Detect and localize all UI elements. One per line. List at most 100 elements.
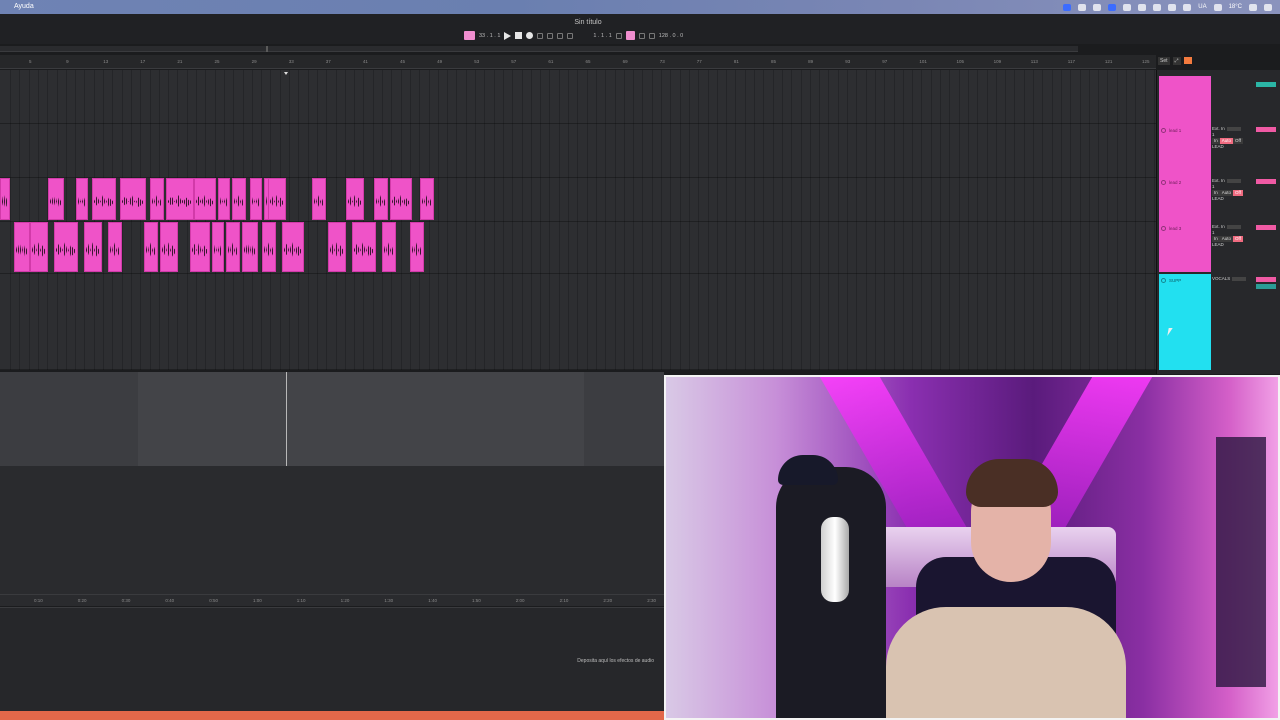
output-target[interactable]: LEAD: [1212, 196, 1224, 201]
audio-clip[interactable]: [390, 178, 412, 220]
output-target[interactable]: LEAD: [1212, 242, 1224, 247]
audio-clip[interactable]: [352, 222, 376, 272]
input-channel[interactable]: 1: [1212, 132, 1215, 137]
beat-ruler[interactable]: 5 9 13 17 21 25 29 33 37 41 45 49 53 57 61 65 69 73 77 81 85…: [0, 55, 1156, 69]
stop-button[interactable]: [515, 32, 523, 39]
audio-clip[interactable]: [374, 178, 388, 220]
audio-clip[interactable]: [120, 178, 146, 220]
keyboard-language[interactable]: UA: [1198, 4, 1206, 10]
audio-clip[interactable]: [410, 222, 424, 272]
audio-clip[interactable]: [190, 222, 210, 272]
record-button[interactable]: [526, 32, 534, 39]
input-type[interactable]: Ext. In: [1212, 224, 1225, 229]
audio-clip[interactable]: [420, 178, 434, 220]
input-channel[interactable]: 1: [1212, 184, 1215, 189]
audio-clip[interactable]: [346, 178, 364, 220]
audio-clip[interactable]: [268, 178, 286, 220]
track-header-lead1[interactable]: lead 1: [1159, 124, 1211, 176]
expand-icon[interactable]: ⤢: [1172, 57, 1181, 65]
battery-icon[interactable]: [1168, 3, 1177, 11]
play-button[interactable]: [504, 31, 512, 40]
track-number[interactable]: [1256, 277, 1276, 282]
audio-clip[interactable]: [194, 178, 216, 220]
audio-clip[interactable]: [54, 222, 78, 272]
loop-start[interactable]: 1 . 1 . 1: [593, 33, 611, 39]
input-type[interactable]: Ext. In: [1212, 126, 1225, 131]
audio-clip[interactable]: [232, 178, 246, 220]
fold-icon[interactable]: [1161, 278, 1166, 283]
arrangement-overview[interactable]: [0, 46, 1078, 52]
empty-track-area[interactable]: [0, 466, 664, 594]
track-name[interactable]: SUPP: [1169, 278, 1181, 283]
audio-clip[interactable]: [150, 178, 164, 220]
input-dropdown[interactable]: [1226, 178, 1241, 183]
calendar-icon[interactable]: [1078, 3, 1087, 11]
loop-icon[interactable]: [567, 32, 574, 39]
punch-out-icon[interactable]: [648, 32, 655, 39]
audio-clip[interactable]: [0, 178, 10, 220]
audio-clip[interactable]: [212, 222, 224, 272]
sync-icon[interactable]: [1123, 3, 1132, 11]
audio-clip[interactable]: [250, 178, 262, 220]
track-number[interactable]: [1256, 127, 1276, 132]
audio-clip[interactable]: [218, 178, 230, 220]
automation-lane[interactable]: [0, 372, 664, 466]
fold-icon[interactable]: [1161, 128, 1166, 133]
time-ruler[interactable]: 0:10 0:20 0:30 0:40 0:50 1:00 1:10 1:20 1:30 1:40…: [0, 594, 664, 606]
weather-icon[interactable]: [1213, 3, 1222, 11]
audio-clip[interactable]: [166, 178, 194, 220]
overdub-icon[interactable]: [537, 32, 544, 39]
arrangement-view[interactable]: [0, 70, 1156, 370]
audio-clip[interactable]: [48, 178, 64, 220]
set-button[interactable]: Set: [1158, 57, 1170, 65]
track-name[interactable]: lead 2: [1169, 180, 1181, 185]
session-record-icon[interactable]: [557, 32, 564, 39]
music-icon[interactable]: [1153, 3, 1162, 11]
temperature[interactable]: 18°C: [1229, 4, 1242, 10]
punch-in-icon[interactable]: [615, 32, 622, 39]
audio-clip[interactable]: [76, 178, 88, 220]
track-color-block[interactable]: [1159, 76, 1211, 124]
track-number[interactable]: [1256, 225, 1276, 230]
playhead-marker[interactable]: [284, 72, 288, 75]
dropbox-icon[interactable]: [1063, 3, 1072, 11]
fold-icon[interactable]: [1161, 180, 1166, 185]
track-header-supp[interactable]: SUPP: [1159, 274, 1211, 370]
draw-mode-icon[interactable]: [638, 32, 645, 39]
output-target[interactable]: LEAD: [1212, 144, 1224, 149]
audio-clip[interactable]: [312, 178, 326, 220]
record-status-icon[interactable]: [1183, 57, 1192, 64]
automation-arm-icon[interactable]: [547, 32, 554, 39]
camera-icon[interactable]: [1093, 3, 1102, 11]
input-channel[interactable]: 1: [1212, 230, 1215, 235]
input-dropdown[interactable]: [1226, 126, 1241, 131]
audio-clip[interactable]: [328, 222, 346, 272]
track-header-lead3[interactable]: lead 3: [1159, 222, 1211, 272]
track-number[interactable]: [1256, 179, 1276, 184]
monitor-off[interactable]: Off: [1233, 236, 1243, 242]
audio-clip[interactable]: [144, 222, 158, 272]
audio-clip[interactable]: [108, 222, 122, 272]
track-header-lead2[interactable]: lead 2: [1159, 176, 1211, 222]
audio-clip[interactable]: [92, 178, 116, 220]
group-dropdown[interactable]: [1232, 276, 1247, 281]
audio-clip[interactable]: [226, 222, 240, 272]
search-icon[interactable]: [1249, 3, 1257, 11]
monitor-off[interactable]: Off: [1233, 138, 1243, 144]
audio-clip[interactable]: [30, 222, 48, 272]
track-name[interactable]: lead 3: [1169, 226, 1181, 231]
monitor-off[interactable]: Off: [1233, 190, 1243, 196]
audio-clip[interactable]: [84, 222, 102, 272]
track-name[interactable]: lead 1: [1169, 128, 1181, 133]
chat-icon[interactable]: [1138, 3, 1147, 11]
input-type[interactable]: Ext. In: [1212, 178, 1225, 183]
loop-switch[interactable]: [625, 31, 635, 40]
song-position[interactable]: 33 . 1 . 1: [479, 33, 500, 39]
wifi-icon[interactable]: [1183, 3, 1192, 11]
audio-clip[interactable]: [14, 222, 30, 272]
follow-button[interactable]: [464, 31, 475, 40]
group-name[interactable]: VOCALS: [1212, 276, 1230, 281]
audio-clip[interactable]: [242, 222, 258, 272]
control-center-icon[interactable]: [1264, 3, 1272, 11]
fold-icon[interactable]: [1161, 226, 1166, 231]
